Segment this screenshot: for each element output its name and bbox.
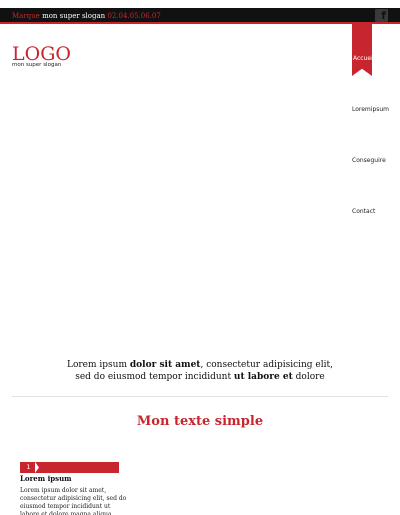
card-number-tag: 1 xyxy=(20,462,119,473)
nav-item-contact[interactable]: Contact xyxy=(352,208,375,216)
intro-line1-c: , consectetur adipisicing elit, xyxy=(200,360,333,370)
intro-line1-a: Lorem ipsum xyxy=(66,360,130,370)
nav-item-loremipsum[interactable]: Loremipsum xyxy=(352,106,389,114)
logo[interactable]: LOGO xyxy=(12,44,71,64)
top-bar: Marque mon super slogan 02.04.05.06.07 f xyxy=(0,8,400,24)
phone-number[interactable]: 02.04.05.06.07 xyxy=(107,12,160,20)
tag-notch xyxy=(35,462,39,473)
section-divider xyxy=(12,396,388,397)
nav-item-conseguire[interactable]: Conseguire xyxy=(352,157,386,165)
intro-line2-a: sed do eiusmod tempor incididunt xyxy=(75,372,234,382)
brand-name[interactable]: Marque xyxy=(12,12,40,20)
active-nav-ribbon xyxy=(352,24,372,76)
header-slogan: mon super slogan xyxy=(12,62,62,68)
intro-line1-bold: dolor sit amet xyxy=(129,360,201,370)
intro-text: Lorem ipsum dolor sit amet, consectetur … xyxy=(0,359,400,383)
card-text: Lorem ipsum dolor sit amet, consectetur … xyxy=(20,487,127,515)
intro-line2-bold: ut labore et xyxy=(233,372,293,382)
intro-line2-c: dolore xyxy=(292,372,325,382)
card-title: Lorem ipsum xyxy=(20,474,72,483)
top-bar-text: Marque mon super slogan 02.04.05.06.07 xyxy=(12,11,161,21)
facebook-icon[interactable]: f xyxy=(375,9,388,22)
card-number: 1 xyxy=(26,463,31,471)
nav-item-accueil[interactable]: Accueil xyxy=(353,55,374,63)
top-slogan: mon super slogan xyxy=(42,12,106,20)
section-title: Mon texte simple xyxy=(136,414,264,429)
